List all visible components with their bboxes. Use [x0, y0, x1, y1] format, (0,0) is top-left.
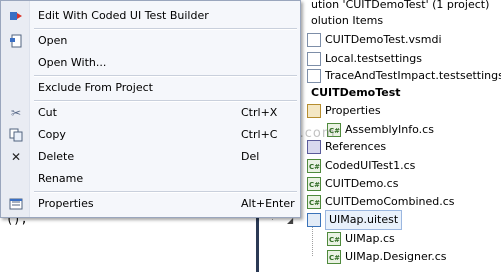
tree-item-local-testsettings[interactable]: Local.testsettings [307, 50, 422, 68]
tree-item-cuitdemocombined[interactable]: CUITDemoCombined.cs [307, 193, 455, 212]
tree-item-label: CUITDemoTest.vsmdi [325, 33, 442, 46]
context-menu: Edit With Coded UI Test Builder Open Ope… [0, 0, 301, 218]
tree-item-label: Properties [325, 104, 381, 117]
tree-item-label-selected: UIMap.uitest [325, 210, 403, 230]
tree-guide-line [312, 226, 313, 256]
tree-item-label: UIMap.cs [345, 232, 395, 245]
menu-item-open[interactable]: Open [3, 30, 298, 52]
csharp-file-icon [327, 249, 341, 267]
menu-item-open-with[interactable]: Open With... [3, 52, 298, 74]
tree-item-label: olution Items [311, 14, 384, 27]
testsettings-file-icon [307, 69, 321, 83]
tree-item-cuitdemo[interactable]: CUITDemo.cs [307, 175, 399, 194]
tree-item-label: TraceAndTestImpact.testsettings [325, 69, 501, 82]
csharp-file-icon [327, 231, 341, 249]
menu-item-shortcut: Ctrl+X [241, 106, 278, 119]
menu-item-label: Copy [38, 128, 66, 141]
menu-item-shortcut: Del [241, 150, 260, 163]
menu-item-label: Edit With Coded UI Test Builder [38, 9, 209, 22]
menu-item-copy[interactable]: Copy Ctrl+C [3, 124, 298, 146]
menu-item-edit-with-coded-ui-test-builder[interactable]: Edit With Coded UI Test Builder [3, 5, 298, 27]
tree-item-label: CUITDemoCombined.cs [325, 195, 455, 208]
tree-item-properties-folder[interactable]: Properties [307, 102, 381, 120]
tree-item-label: CodedUITest1.cs [325, 159, 416, 172]
menu-item-label: Delete [38, 150, 75, 163]
csharp-file-icon [307, 194, 321, 212]
menu-item-label: Rename [38, 172, 84, 185]
tree-item-label: Local.testsettings [325, 52, 422, 65]
tree-item-vsmdi[interactable]: CUITDemoTest.vsmdi [307, 31, 442, 49]
tree-item-label: CUITDemo.cs [325, 177, 399, 190]
uitest-file-icon [307, 213, 321, 227]
menu-item-delete[interactable]: ✕ Delete Del [3, 146, 298, 168]
tree-item-uimap-cs[interactable]: UIMap.cs [327, 230, 395, 249]
tree-item-uimap-uitest[interactable]: UIMap.uitest [307, 210, 403, 230]
menu-item-label: Open With... [38, 56, 107, 69]
properties-icon [9, 197, 23, 211]
tree-item-label: AssemblyInfo.cs [345, 123, 434, 136]
delete-x-icon: ✕ [10, 150, 22, 164]
scissors-icon: ✂ [10, 106, 22, 120]
tree-item-assemblyinfo[interactable]: AssemblyInfo.cs [327, 121, 434, 140]
open-file-icon [9, 34, 23, 48]
references-icon [307, 140, 321, 154]
csharp-file-icon [307, 158, 321, 176]
tree-item-solution-items[interactable]: olution Items [311, 12, 383, 30]
menu-item-shortcut: Ctrl+C [241, 128, 278, 141]
vsmdi-file-icon [307, 33, 321, 47]
menu-item-exclude-from-project[interactable]: Exclude From Project [3, 77, 298, 99]
menu-item-rename[interactable]: Rename [3, 168, 298, 190]
tree-item-project[interactable]: CUITDemoTest [311, 84, 401, 102]
tree-item-label: UIMap.Designer.cs [345, 250, 447, 263]
testsettings-file-icon [307, 52, 321, 66]
menu-item-label: Cut [38, 106, 57, 119]
properties-folder-icon [307, 104, 321, 118]
csharp-file-icon [307, 176, 321, 194]
tree-item-label: CUITDemoTest [311, 86, 401, 99]
tree-item-traceandtestimpact[interactable]: TraceAndTestImpact.testsettings [307, 67, 501, 85]
menu-item-label: Open [38, 34, 68, 47]
menu-item-label: Exclude From Project [38, 81, 153, 94]
tree-item-uimap-designer[interactable]: UIMap.Designer.cs [327, 248, 447, 267]
menu-item-shortcut: Alt+Enter [241, 197, 295, 210]
copy-icon [9, 128, 23, 142]
coded-ui-builder-icon [9, 9, 23, 23]
menu-item-label: Properties [38, 197, 94, 210]
menu-item-cut[interactable]: ✂ Cut Ctrl+X [3, 102, 298, 124]
tree-item-codeduitest1[interactable]: CodedUITest1.cs [307, 157, 416, 176]
menu-item-properties[interactable]: Properties Alt+Enter [3, 193, 298, 215]
